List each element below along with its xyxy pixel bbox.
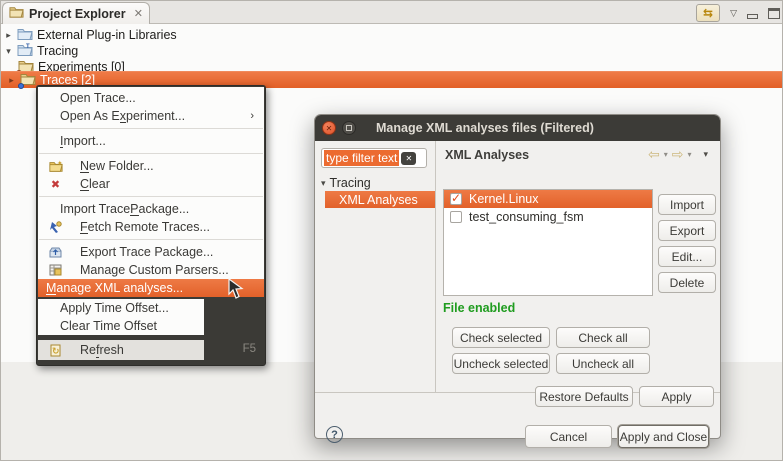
window-restore-icon[interactable] (342, 121, 356, 135)
tree-item-label: External Plug-in Libraries (37, 28, 177, 42)
project-explorer-icon (9, 5, 24, 23)
collapsed-arrow-icon[interactable]: ▸ (7, 75, 16, 86)
edit-button[interactable]: Edit... (658, 246, 716, 267)
back-arrow-icon[interactable]: ⇦ (648, 146, 660, 163)
fetch-remote-icon (48, 220, 63, 234)
menu-item-apply-time-offset[interactable]: Apply Time Offset... (38, 299, 204, 317)
tree-item-external-plugin-libraries[interactable]: ▸ External Plug-in Libraries (4, 27, 177, 43)
apply-and-close-button[interactable]: Apply and Close (618, 425, 709, 448)
menu-separator (39, 239, 263, 240)
collapsed-arrow-icon[interactable]: ▸ (4, 30, 13, 41)
tree-item-label: Tracing (37, 44, 78, 58)
app-window: Project Explorer ✕ ⇆ ▽ ▸ External Plug-i… (0, 0, 783, 461)
new-folder-icon: ✦ (48, 159, 63, 173)
menu-item-manage-custom-parsers[interactable]: Manage Custom Parsers... (38, 261, 264, 279)
menu-item-export-trace-package[interactable]: Export Trace Package... (38, 243, 264, 261)
traces-folder-icon (20, 72, 36, 88)
menu-item-refresh[interactable]: ↻ Refresh (38, 340, 204, 360)
expanded-arrow-icon[interactable]: ▾ (321, 178, 326, 189)
forward-history-caret-icon[interactable]: ▾ (687, 150, 691, 159)
checkbox-checked[interactable] (450, 193, 462, 205)
check-all-button[interactable]: Check all (556, 327, 650, 348)
restore-defaults-button[interactable]: Restore Defaults (535, 386, 633, 407)
help-icon[interactable]: ? (326, 426, 343, 443)
apply-button[interactable]: Apply (639, 386, 714, 407)
tree-item-tracing[interactable]: ▾ T Tracing (4, 43, 78, 59)
filter-clear-icon[interactable]: ✕ (401, 152, 416, 165)
menu-item-clear-time-offset[interactable]: Clear Time Offset (38, 317, 204, 335)
uncheck-selected-button[interactable]: Uncheck selected (452, 353, 550, 374)
list-item-label: test_consuming_fsm (469, 210, 584, 224)
dialog-title: Manage XML analyses files (Filtered) (376, 121, 594, 135)
expanded-arrow-icon[interactable]: ▾ (4, 46, 13, 57)
traces-context-menu: Open Trace... Open As Experiment... › Im… (36, 85, 266, 366)
menu-item-import-trace-package[interactable]: Import Trace Package... (38, 200, 264, 218)
refresh-icon: ↻ (48, 343, 63, 357)
import-button[interactable]: Import (658, 194, 716, 215)
link-with-editor-button[interactable]: ⇆ (696, 4, 720, 22)
panel-divider (435, 141, 436, 392)
svg-text:T: T (26, 44, 30, 50)
xml-analyses-list: Kernel.Linux test_consuming_fsm (443, 189, 653, 296)
status-file-enabled: File enabled (443, 301, 515, 315)
menu-lower-section: Apply Time Offset... Clear Time Offset (38, 299, 204, 335)
menu-separator (39, 196, 263, 197)
filter-input[interactable]: type filter text ✕ (321, 148, 427, 168)
menu-item-open-as-experiment[interactable]: Open As Experiment... › (38, 107, 264, 125)
traces-badge (18, 83, 24, 89)
export-package-icon (48, 245, 63, 259)
menu-item-open-trace[interactable]: Open Trace... (38, 89, 264, 107)
forward-arrow-icon[interactable]: ⇨ (672, 146, 684, 163)
clear-icon: ✖ (48, 177, 63, 191)
menu-item-import[interactable]: Import... (38, 132, 264, 150)
dialog-tree-item-xml-analyses[interactable]: XML Analyses (325, 191, 435, 208)
back-history-caret-icon[interactable]: ▾ (664, 150, 668, 159)
uncheck-all-button[interactable]: Uncheck all (556, 353, 650, 374)
check-selected-button[interactable]: Check selected (452, 327, 550, 348)
dialog-tree-item-tracing[interactable]: ▾ Tracing (321, 176, 371, 190)
view-menu-caret-icon[interactable]: ▾ (703, 149, 708, 160)
view-menu-icon[interactable]: ▽ (730, 8, 737, 19)
export-button[interactable]: Export (658, 220, 716, 241)
checkbox-unchecked[interactable] (450, 211, 462, 223)
delete-button[interactable]: Delete (658, 272, 716, 293)
dialog-titlebar[interactable]: ✕ Manage XML analyses files (Filtered) (315, 115, 720, 141)
mouse-cursor (228, 278, 244, 305)
submenu-arrow-icon: › (250, 110, 254, 122)
svg-text:↻: ↻ (52, 346, 60, 356)
custom-parsers-icon (48, 263, 63, 277)
cancel-button[interactable]: Cancel (525, 425, 612, 448)
tab-title: Project Explorer (29, 7, 126, 21)
menu-item-fetch-remote-traces[interactable]: Fetch Remote Traces... (38, 218, 264, 236)
svg-text:✦: ✦ (56, 160, 62, 168)
menu-item-clear[interactable]: ✖ Clear (38, 175, 264, 193)
maximize-icon[interactable] (768, 8, 780, 19)
list-item-test-consuming-fsm[interactable]: test_consuming_fsm (444, 208, 652, 226)
tracing-project-icon: T (17, 43, 33, 59)
page-title: XML Analyses (445, 148, 529, 162)
tab-close-icon[interactable]: ✕ (134, 7, 143, 20)
folder-icon (17, 27, 33, 43)
manage-xml-analyses-dialog: ✕ Manage XML analyses files (Filtered) t… (314, 114, 721, 439)
window-close-icon[interactable]: ✕ (322, 121, 336, 135)
menu-item-new-folder[interactable]: ✦ New Folder... (38, 157, 264, 175)
menu-separator (39, 128, 263, 129)
minimize-icon[interactable] (747, 14, 758, 19)
menu-separator (39, 153, 263, 154)
list-item-kernel-linux[interactable]: Kernel.Linux (444, 190, 652, 208)
filter-text-selected: type filter text (324, 150, 399, 166)
list-item-label: Kernel.Linux (469, 192, 539, 206)
refresh-shortcut: F5 (243, 343, 256, 355)
view-tab-bar: Project Explorer ✕ ⇆ ▽ (1, 1, 783, 24)
tab-project-explorer[interactable]: Project Explorer ✕ (2, 2, 150, 24)
